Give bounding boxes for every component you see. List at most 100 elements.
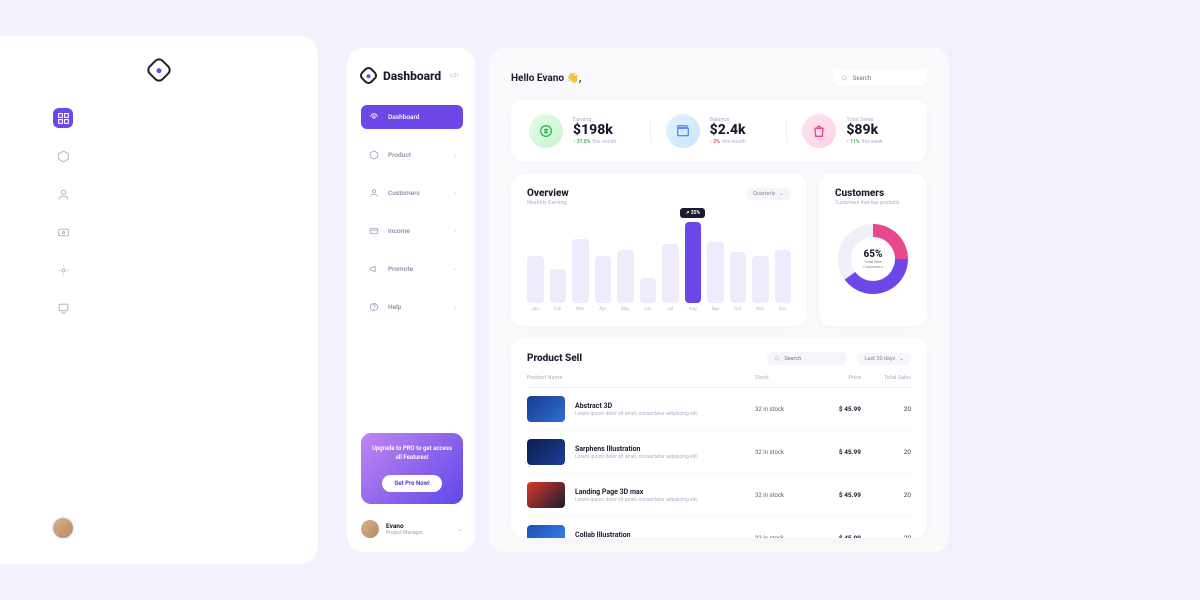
rail-item-customers[interactable] [53,184,73,204]
products-search[interactable] [767,352,847,365]
promo-cta-button[interactable]: Get Pro Now! [382,475,441,492]
rail [0,36,318,564]
customers-card: Customers Customers that buy products 65… [819,174,927,326]
bar-label: Jul [667,307,673,312]
product-thumb [527,439,565,465]
product-row[interactable]: Landing Page 3D maxLorem ipsum dolor sit… [527,474,911,517]
chart-bar[interactable]: Apr [595,256,612,312]
product-sales: 20 [861,448,911,456]
megaphone-icon [368,263,380,275]
search-icon [841,74,848,82]
bar-label: Oct [734,307,741,312]
sidebar-item-income[interactable]: Income› [361,219,463,243]
product-stock: 32 in stock [755,535,811,539]
chart-bar[interactable]: Feb [550,269,567,312]
chart-bar[interactable]: Mar [572,239,589,312]
product-price: $ 45.99 [811,405,861,413]
product-row[interactable]: Abstract 3DLorem ipsum dolor sit amet, c… [527,388,911,431]
bar-label: Sep [711,307,719,312]
products-search-input[interactable] [784,356,840,362]
sidebar-item-product[interactable]: Product › [361,143,463,167]
rail-item-income[interactable] [53,222,73,242]
bar-Jul [662,244,679,304]
product-sales: 20 [861,405,911,413]
chart-bar[interactable]: May [617,250,634,312]
col-header-name: Product Name [527,375,755,381]
money-icon [529,114,563,148]
help-icon [368,301,380,313]
bar-May [617,250,634,303]
bar-Jun [640,278,657,304]
product-price: $ 45.99 [811,534,861,538]
main-pane: Hello Evano 👋, Earning$198k↑ 37.8%this m… [489,48,949,552]
chart-bar[interactable]: Jun [640,278,657,313]
products-period-label: Last 30 days [864,356,895,362]
rail-item-promote[interactable] [53,260,73,280]
product-thumb [527,396,565,422]
sidebar-item-help[interactable]: Help› [361,295,463,319]
bar-label: Nov [756,307,764,312]
donut-label: Total NewCustomers [863,260,882,269]
kpi-trend: ↓ 2%this month [710,139,746,145]
product-thumb [527,482,565,508]
user-row[interactable]: Evano Project Manager ⌄ [361,520,463,538]
products-period-select[interactable]: Last 30 days ⌄ [857,353,911,365]
bar-label: Feb [554,307,561,312]
rail-avatar[interactable] [51,516,75,540]
nav-label: Product [388,151,446,159]
product-name: Landing Page 3D max [575,488,755,496]
rail-logo-icon [145,56,173,84]
product-desc: Lorem ipsum dolor sit amet, consectetur … [575,454,755,460]
product-stock: 32 in stock [755,492,811,499]
chart-bar[interactable]: Jan [527,256,544,312]
chevron-right-icon: › [454,152,456,159]
kpi-cards: Earning$198k↑ 37.8%this monthBalance$2.4… [511,100,927,162]
bar-label: Mar [576,307,584,312]
kpi-trend: ↑ 11%this week [846,139,882,145]
greeting: Hello Evano 👋, [511,73,581,84]
chart-bar[interactable]: Oct [730,252,747,312]
dashboard-icon [368,111,380,123]
bag-icon [802,114,836,148]
chart-bar[interactable]: Sep [707,242,724,312]
bar-Aug [685,222,702,303]
sidebar-item-promote[interactable]: Promote› [361,257,463,281]
sidebar: Dashboard v.01 Dashboard Product › Customer… [347,48,475,552]
kpi-balance: Balance$2.4k↓ 2%this month [666,114,773,148]
brand: Dashboard v.01 [361,68,463,83]
chart-bar[interactable]: ↗ 35%Aug [685,222,702,312]
nav-label: Promote [388,265,446,273]
overview-subtitle: Monthly Earning [527,200,569,206]
kpi-total-sales: Total Sales$89k↑ 11%this week [802,114,909,148]
overview-period-select[interactable]: Quarterly ⌄ [746,188,791,200]
promo-card: Upgrade to PRO to get access all Feature… [361,433,463,504]
search-box[interactable] [833,70,927,86]
sidebar-item-dashboard[interactable]: Dashboard [361,105,463,129]
bar-Feb [550,269,567,303]
product-desc: Lorem ipsum dolor sit amet, consectetur … [575,497,755,503]
col-header-stock: Stock [755,375,811,381]
wallet-icon [666,114,700,148]
chart-bar[interactable]: Nov [752,256,769,312]
product-desc: Lorem ipsum dolor sit amet, consectetur … [575,411,755,417]
search-icon [774,355,780,362]
sidebar-item-customers[interactable]: Customers› [361,181,463,205]
bar-label: May [621,307,629,312]
rail-item-product[interactable] [53,146,73,166]
chart-bar[interactable]: Jul [662,244,679,313]
user-name: Evano [386,522,450,530]
topbar: Hello Evano 👋, [511,70,927,86]
rail-item-dashboard[interactable] [53,108,73,128]
product-name: Sarphens Illustration [575,445,755,453]
brand-logo-icon [358,65,379,86]
chevron-right-icon: › [454,304,456,311]
bar-Oct [730,252,747,303]
customers-title: Customers [835,188,911,199]
rail-item-help[interactable] [53,298,73,318]
product-row[interactable]: Collab IllustrationLorem ipsum dolor sit… [527,517,911,538]
chart-bar[interactable]: Dec [775,250,792,312]
search-input[interactable] [853,75,919,82]
chevron-down-icon: ⌄ [899,356,904,362]
products-table-header: Product Name Stock Price Total Sales [527,375,911,388]
product-row[interactable]: Sarphens IllustrationLorem ipsum dolor s… [527,431,911,474]
